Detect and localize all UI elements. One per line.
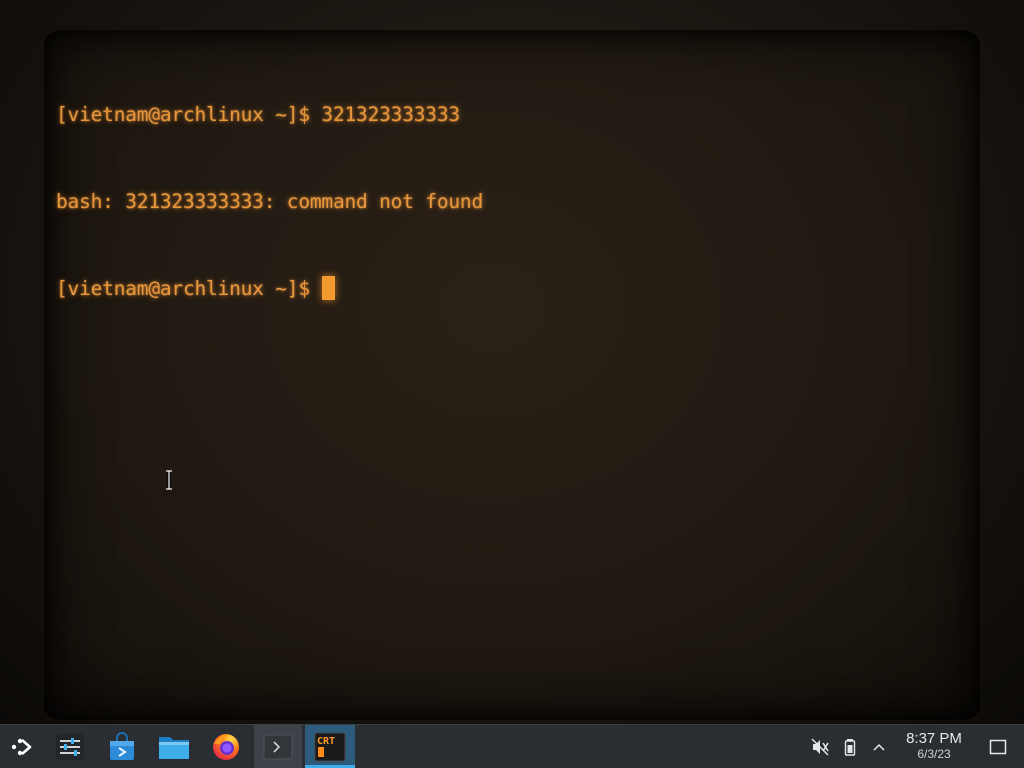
terminal-line: bash: 321323333333: command not found (56, 190, 483, 213)
chevron-up-icon (873, 743, 885, 751)
terminal-prompt-line[interactable]: [vietnam@archlinux ~]$ (56, 274, 968, 303)
volume-button[interactable] (810, 737, 830, 757)
folder-icon (159, 736, 189, 759)
settings-sliders-icon (56, 733, 84, 760)
app-launcher-icon (11, 738, 32, 755)
tray-expand-button[interactable] (869, 737, 889, 757)
ibeam-cursor-icon (166, 470, 172, 490)
terminal-prompt: [vietnam@archlinux ~]$ (56, 277, 310, 300)
cool-retro-term-button[interactable]: CRT (305, 725, 355, 768)
crt-icon-label: CRT (317, 736, 335, 747)
volume-muted-icon (811, 738, 829, 756)
show-desktop-icon (989, 739, 1007, 755)
clock-time: 8:37 PM (906, 730, 962, 747)
digital-clock[interactable]: 8:37 PM 6/3/23 (892, 730, 976, 762)
application-launcher-button[interactable] (0, 725, 44, 768)
text-cursor (321, 276, 335, 300)
discover-store-button[interactable] (98, 725, 146, 768)
terminal-output[interactable]: [vietnam@archlinux ~]$ 321323333333 bash… (56, 42, 968, 361)
desktop: [vietnam@archlinux ~]$ 321323333333 bash… (0, 0, 1024, 724)
konsole-button[interactable] (254, 725, 302, 768)
system-settings-button[interactable] (46, 725, 94, 768)
store-bag-icon (110, 731, 134, 760)
show-desktop-button[interactable] (988, 737, 1008, 757)
crt-bezel: [vietnam@archlinux ~]$ 321323333333 bash… (0, 0, 1024, 724)
clock-date: 6/3/23 (917, 747, 951, 761)
terminal-icon (263, 734, 293, 759)
battery-button[interactable] (840, 737, 860, 757)
terminal-window[interactable]: [vietnam@archlinux ~]$ 321323333333 bash… (44, 30, 980, 720)
crt-icon: CRT (314, 732, 346, 761)
firefox-icon (213, 733, 239, 760)
terminal-line: [vietnam@archlinux ~]$ 321323333333 (56, 103, 460, 126)
firefox-button[interactable] (202, 725, 250, 768)
taskbar: CRT 8:37 PM 6/3/23 (0, 724, 1024, 768)
battery-icon (844, 739, 856, 756)
file-manager-button[interactable] (150, 725, 198, 768)
